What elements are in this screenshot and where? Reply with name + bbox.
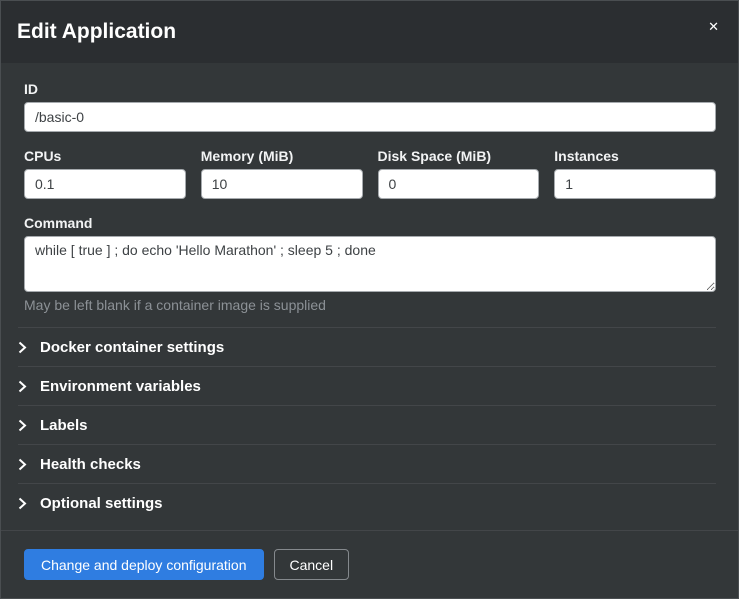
instances-label: Instances xyxy=(554,148,716,164)
id-input[interactable] xyxy=(24,102,716,132)
cpus-label: CPUs xyxy=(24,148,186,164)
cpus-field-group: CPUs xyxy=(24,148,186,199)
change-and-deploy-button[interactable]: Change and deploy configuration xyxy=(24,549,264,580)
command-textarea[interactable]: while [ true ] ; do echo 'Hello Marathon… xyxy=(24,236,716,292)
modal-title: Edit Application xyxy=(17,20,176,44)
section-docker-container-settings[interactable]: Docker container settings xyxy=(18,327,716,366)
command-field-group: Command while [ true ] ; do echo 'Hello … xyxy=(24,215,716,313)
command-help-text: May be left blank if a container image i… xyxy=(24,297,716,313)
id-field-group: ID xyxy=(24,81,716,132)
section-optional-settings[interactable]: Optional settings xyxy=(18,483,716,522)
section-environment-variables[interactable]: Environment variables xyxy=(18,366,716,405)
section-labels[interactable]: Labels xyxy=(18,405,716,444)
cancel-button[interactable]: Cancel xyxy=(274,549,350,580)
section-label: Environment variables xyxy=(40,378,201,395)
section-label: Labels xyxy=(40,417,88,434)
id-label: ID xyxy=(24,81,716,97)
section-label: Docker container settings xyxy=(40,339,224,356)
chevron-right-icon xyxy=(18,497,27,510)
memory-field-group: Memory (MiB) xyxy=(201,148,363,199)
disk-space-label: Disk Space (MiB) xyxy=(378,148,540,164)
command-label: Command xyxy=(24,215,716,231)
chevron-right-icon xyxy=(18,380,27,393)
resources-row: CPUs Memory (MiB) Disk Space (MiB) Insta… xyxy=(24,148,716,199)
chevron-right-icon xyxy=(18,419,27,432)
chevron-right-icon xyxy=(18,341,27,354)
section-label: Health checks xyxy=(40,456,141,473)
instances-field-group: Instances xyxy=(554,148,716,199)
edit-application-modal: Edit Application ✕ ID CPUs Memory (MiB) … xyxy=(0,0,739,599)
modal-header: Edit Application ✕ xyxy=(1,1,738,63)
modal-body: ID CPUs Memory (MiB) Disk Space (MiB) In… xyxy=(1,63,738,530)
disk-space-input[interactable] xyxy=(378,169,540,199)
memory-label: Memory (MiB) xyxy=(201,148,363,164)
section-label: Optional settings xyxy=(40,495,163,512)
accordion-sections: Docker container settings Environment va… xyxy=(18,327,716,522)
close-icon[interactable]: ✕ xyxy=(704,16,723,37)
disk-field-group: Disk Space (MiB) xyxy=(378,148,540,199)
instances-input[interactable] xyxy=(554,169,716,199)
memory-input[interactable] xyxy=(201,169,363,199)
cpus-input[interactable] xyxy=(24,169,186,199)
chevron-right-icon xyxy=(18,458,27,471)
section-health-checks[interactable]: Health checks xyxy=(18,444,716,483)
modal-footer: Change and deploy configuration Cancel xyxy=(1,530,738,598)
